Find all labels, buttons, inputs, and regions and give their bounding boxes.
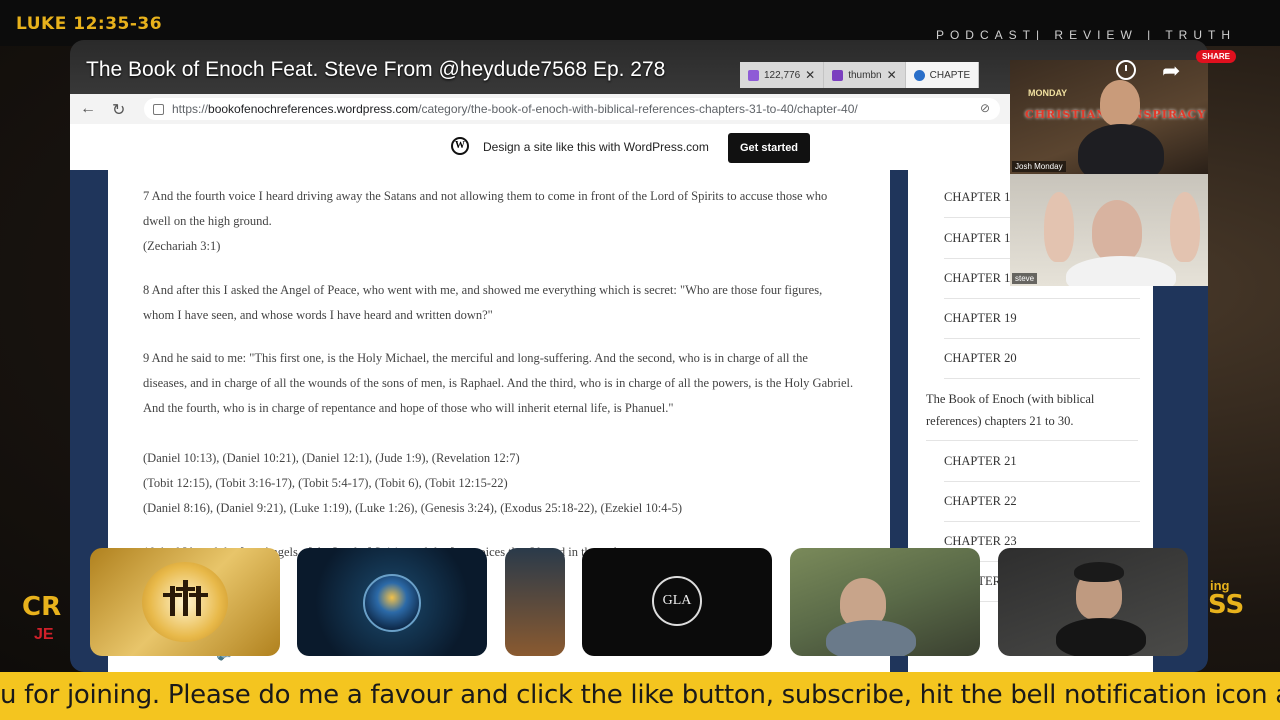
sidebar-chapter-22[interactable]: CHAPTER 22 <box>944 494 1140 522</box>
scrolling-ticker: u for joining. Please do me a favour and… <box>0 672 1280 720</box>
browser-tabs: 122,776 ✕ thumbn ✕ CHAPTE <box>740 62 980 88</box>
verse-9: 9 And he said to me: "This first one, is… <box>143 351 854 415</box>
guest-camera: steve <box>1010 174 1208 286</box>
host-show-top: MONDAY <box>1028 88 1068 98</box>
guest-person-body <box>826 620 916 656</box>
eye-off-icon[interactable]: ⊘ <box>980 101 990 115</box>
guest-tile-cross <box>90 548 280 656</box>
sidebar-chapter-19[interactable]: CHAPTER 19 <box>944 311 1140 339</box>
guest-tile-host <box>998 548 1188 656</box>
tab-close-icon[interactable]: ✕ <box>887 68 897 82</box>
video-title[interactable]: The Book of Enoch Feat. Steve From @heyd… <box>86 58 665 82</box>
verse-9-ref-2: (Tobit 12:15), (Tobit 3:16-17), (Tobit 5… <box>143 476 508 490</box>
guest-body <box>1066 256 1176 286</box>
tab-close-icon[interactable]: ✕ <box>805 68 815 82</box>
wordpress-logo-icon: W <box>451 137 469 155</box>
guest-tile-room <box>505 548 565 656</box>
sidebar-chapter-20[interactable]: CHAPTER 20 <box>944 351 1140 379</box>
url-domain: bookofenochreferences.wordpress.com <box>208 102 419 116</box>
verse-9-ref-1: (Daniel 10:13), (Daniel 10:21), (Daniel … <box>143 451 520 465</box>
host-figure <box>1100 80 1140 126</box>
tab-favicon-icon <box>748 69 759 81</box>
wordpress-favicon-icon <box>913 69 925 81</box>
left-logo-sub: JE <box>34 626 54 643</box>
guest-cap <box>1074 562 1124 582</box>
guest-tile-globe <box>297 548 487 656</box>
left-logo: CR <box>22 592 62 622</box>
url-path: /category/the-book-of-enoch-with-biblica… <box>418 102 858 116</box>
wordpress-banner-text: Design a site like this with WordPress.c… <box>483 140 709 154</box>
sidebar-category-21-30[interactable]: The Book of Enoch (with biblical referen… <box>926 388 1138 441</box>
back-arrow-icon[interactable]: ← <box>80 100 96 118</box>
share-icon[interactable]: ➦ <box>1162 58 1180 84</box>
tab-label: 122,776 <box>764 69 801 81</box>
watch-later-icon[interactable] <box>1116 60 1136 80</box>
browser-tab-active[interactable]: CHAPTE <box>905 62 980 88</box>
cross-logo-icon <box>142 562 228 642</box>
get-started-button[interactable]: Get started <box>728 133 810 163</box>
host-body <box>1078 124 1164 174</box>
tab-label: CHAPTE <box>929 69 971 81</box>
verse-8: 8 And after this I asked the Angel of Pe… <box>143 283 823 322</box>
verse-7-ref: (Zechariah 3:1) <box>143 239 221 253</box>
browser-tab[interactable]: thumbn ✕ <box>824 62 906 88</box>
tab-label: thumbn <box>848 69 882 81</box>
guest-hand <box>1170 192 1200 262</box>
guest-name-label: steve <box>1012 273 1038 284</box>
tab-favicon-icon <box>832 69 844 81</box>
url-prefix: https:// <box>172 102 209 116</box>
verse-9-ref-3: (Daniel 8:16), (Daniel 9:21), (Luke 1:19… <box>143 501 683 515</box>
right-logo: SS <box>1208 590 1245 620</box>
guest-figure <box>1092 200 1142 262</box>
site-info-icon[interactable] <box>153 104 164 115</box>
reload-icon[interactable]: ↻ <box>112 100 125 120</box>
share-badge: SHARE <box>1196 50 1237 63</box>
guest-person-body <box>1056 618 1146 656</box>
guest-tile-gla: GLA <box>582 548 772 656</box>
guest-hand <box>1044 192 1074 262</box>
ticker-text: u for joining. Please do me a favour and… <box>0 680 1280 710</box>
verse-7: 7 And the fourth voice I heard driving a… <box>143 189 828 228</box>
url-field[interactable]: https://bookofenochreferences.wordpress.… <box>144 98 1000 120</box>
stream-canvas: LUKE 12:35-36 PODCAST| REVIEW | TRUTH CR… <box>0 0 1280 720</box>
sidebar-chapter-21[interactable]: CHAPTER 21 <box>944 454 1140 482</box>
guest-tile-camera <box>790 548 980 656</box>
browser-tab[interactable]: 122,776 ✕ <box>740 62 825 88</box>
verse-reference: LUKE 12:35-36 <box>16 14 163 34</box>
host-name-label: Josh Monday <box>1012 161 1066 172</box>
globe-logo-icon <box>363 574 421 632</box>
gla-logo: GLA <box>652 576 702 626</box>
